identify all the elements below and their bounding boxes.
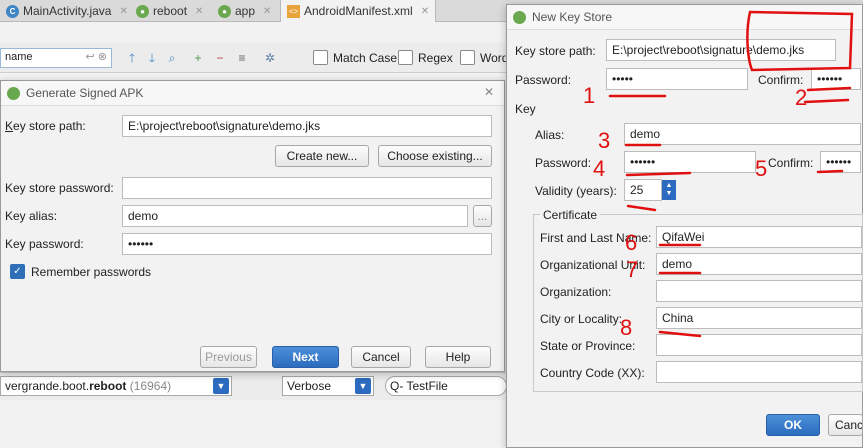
annotation-number: 1	[583, 83, 595, 108]
annotation-number: 4	[593, 156, 605, 181]
annotation-underline	[625, 171, 692, 177]
red-annotations-overlay: 1 2 3 4 5 6 7 8	[583, 10, 854, 340]
annotation-number: 3	[598, 128, 610, 153]
annotation-number: 6	[625, 230, 637, 255]
annotation-underline	[803, 86, 852, 104]
annotation-number: 8	[620, 315, 632, 340]
annotation-underline	[658, 330, 702, 338]
annotation-number: 5	[755, 156, 767, 181]
annotation-box	[746, 10, 854, 72]
annotation-number: 7	[626, 257, 638, 282]
annotation-underline	[816, 169, 844, 174]
annotation-number: 2	[795, 85, 807, 110]
annotation-underline	[626, 204, 657, 212]
